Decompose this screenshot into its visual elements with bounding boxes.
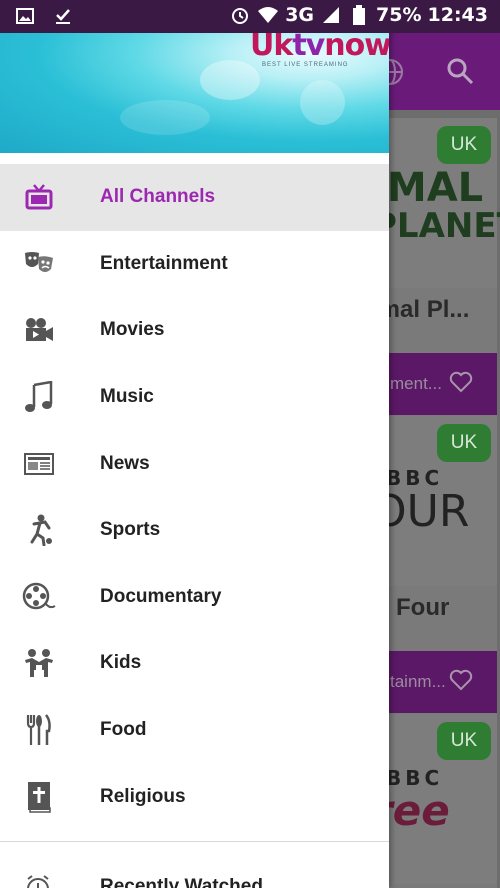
cutlery-icon bbox=[22, 713, 56, 747]
menu-item-religious[interactable]: Religious bbox=[0, 763, 389, 830]
menu-item-label: Sports bbox=[100, 519, 161, 541]
film-reel-icon bbox=[22, 580, 56, 614]
menu-item-sports[interactable]: Sports bbox=[0, 497, 389, 564]
image-icon bbox=[14, 6, 36, 26]
movie-camera-icon bbox=[22, 313, 56, 347]
menu-item-label: Food bbox=[100, 719, 147, 741]
tv-icon bbox=[22, 180, 56, 214]
alarm-icon bbox=[229, 5, 251, 25]
battery-level: 75% bbox=[376, 4, 422, 26]
music-note-icon bbox=[22, 380, 56, 414]
menu-item-label: Documentary bbox=[100, 585, 222, 607]
battery-icon bbox=[348, 5, 370, 25]
menu-item-label: Entertainment bbox=[100, 252, 228, 274]
drawer-menu: All Channels Entertainment Movies Music bbox=[0, 164, 389, 830]
alarm-clock-icon bbox=[24, 874, 52, 888]
kids-icon bbox=[22, 646, 56, 680]
bible-icon bbox=[22, 780, 56, 814]
network-type: 3G bbox=[285, 4, 315, 26]
newspaper-icon bbox=[22, 447, 56, 481]
theater-masks-icon bbox=[22, 247, 56, 281]
signal-icon bbox=[320, 5, 342, 25]
status-bar: 3G 75% 12:43 bbox=[0, 0, 500, 33]
menu-item-kids[interactable]: Kids bbox=[0, 630, 389, 697]
menu-item-movies[interactable]: Movies bbox=[0, 297, 389, 364]
brand-logo: Uktvnow bbox=[250, 28, 389, 63]
menu-item-food[interactable]: Food bbox=[0, 697, 389, 764]
menu-item-label: Religious bbox=[100, 785, 186, 807]
brand-tagline: BEST LIVE STREAMING bbox=[262, 62, 349, 68]
menu-item-documentary[interactable]: Documentary bbox=[0, 564, 389, 631]
menu-item-label: News bbox=[100, 452, 150, 474]
menu-item-label: All Channels bbox=[100, 186, 216, 208]
soccer-player-icon bbox=[22, 513, 56, 547]
menu-item-entertainment[interactable]: Entertainment bbox=[0, 231, 389, 298]
menu-item-music[interactable]: Music bbox=[0, 364, 389, 431]
menu-item-label: Kids bbox=[100, 652, 142, 674]
menu-item-label: Music bbox=[100, 386, 154, 408]
menu-item-recently-watched[interactable]: Recently Watched bbox=[0, 860, 389, 888]
clock: 12:43 bbox=[427, 4, 488, 26]
menu-item-news[interactable]: News bbox=[0, 430, 389, 497]
wifi-icon bbox=[257, 5, 279, 25]
navigation-drawer: Uktvnow BEST LIVE STREAMING All Channels… bbox=[0, 0, 389, 888]
menu-item-all-channels[interactable]: All Channels bbox=[0, 164, 389, 231]
menu-item-label: Recently Watched bbox=[100, 876, 263, 888]
drawer-divider bbox=[0, 841, 389, 842]
menu-item-label: Movies bbox=[100, 319, 165, 341]
download-done-icon bbox=[52, 6, 74, 26]
